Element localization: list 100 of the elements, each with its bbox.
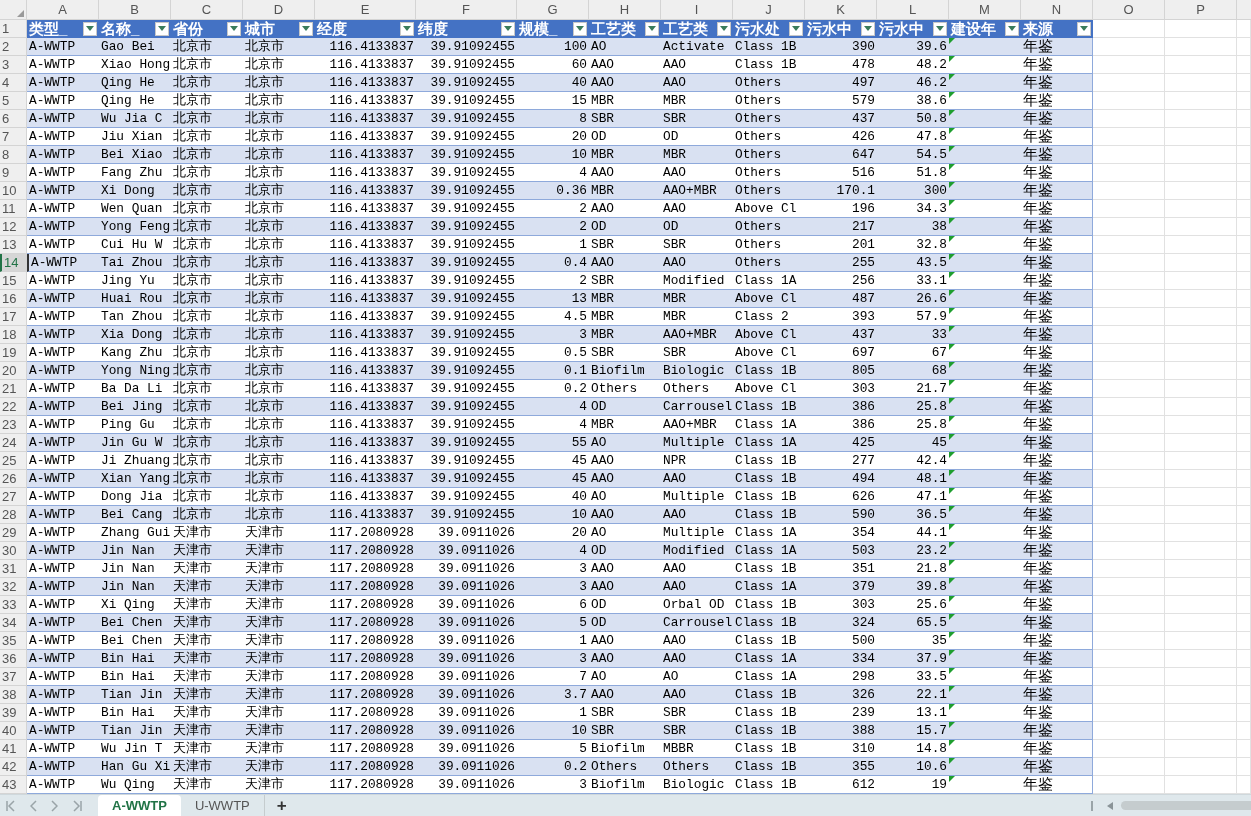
row-header: 34: [0, 614, 27, 632]
table-cell: Tian Jin: [99, 722, 171, 740]
table-cell: Orbal OD: [661, 596, 733, 614]
table-cell: Others: [733, 92, 805, 110]
table-cell: 年鉴: [1021, 254, 1093, 272]
filter-dropdown-button[interactable]: [227, 21, 241, 36]
column-letter: E: [315, 0, 416, 20]
table-cell: Multiple: [661, 488, 733, 506]
table-cell: A-WWTP: [27, 326, 99, 344]
table-cell: A-WWTP: [27, 56, 99, 74]
table-cell: 39.0911026: [416, 722, 517, 740]
table-cell: 116.4133837: [315, 398, 416, 416]
table-cell: 北京市: [243, 146, 315, 164]
table-cell: A-WWTP: [27, 542, 99, 560]
filter-dropdown-button[interactable]: [1005, 21, 1019, 36]
table-cell: 4: [517, 416, 589, 434]
horizontal-scrollbar[interactable]: [1121, 801, 1251, 810]
table-cell: 北京市: [171, 128, 243, 146]
table-cell: 39.91092455: [416, 182, 517, 200]
table-cell: Class 2: [733, 308, 805, 326]
table-cell: 天津市: [171, 740, 243, 758]
table-cell: 324: [805, 614, 877, 632]
table-cell: 北京市: [171, 416, 243, 434]
empty-cell: [1237, 290, 1251, 308]
filter-dropdown-button[interactable]: [1077, 21, 1091, 36]
table-cell: 北京市: [243, 128, 315, 146]
filter-dropdown-button[interactable]: [83, 21, 97, 36]
table-cell: A-WWTP: [27, 578, 99, 596]
table-cell: Bei Chen: [99, 632, 171, 650]
table-cell: MBBR: [661, 740, 733, 758]
table-cell: 3: [517, 326, 589, 344]
table-cell: 516: [805, 164, 877, 182]
column-letter: K: [805, 0, 877, 20]
table-cell: Wu Jin T: [99, 740, 171, 758]
filter-dropdown-button[interactable]: [717, 21, 731, 36]
row-header: 20: [0, 362, 27, 380]
table-cell: 55: [517, 434, 589, 452]
table-cell: 0.2: [517, 380, 589, 398]
empty-cell: [1165, 614, 1237, 632]
filter-dropdown-button[interactable]: [400, 21, 414, 36]
column-letter: A: [27, 0, 99, 20]
table-cell: Others: [733, 182, 805, 200]
filter-dropdown-button[interactable]: [645, 21, 659, 36]
table-cell: Wu Jia C: [99, 110, 171, 128]
filter-dropdown-button[interactable]: [861, 21, 875, 36]
table-cell: Class 1B: [733, 704, 805, 722]
empty-cell: [1165, 506, 1237, 524]
table-cell: SBR: [589, 272, 661, 290]
filter-dropdown-button[interactable]: [299, 21, 313, 36]
row-header: 8: [0, 146, 27, 164]
table-cell: 北京市: [171, 434, 243, 452]
table-cell: Class 1A: [733, 578, 805, 596]
sheet-tab[interactable]: U-WWTP: [180, 795, 265, 816]
table-cell: 39.91092455: [416, 146, 517, 164]
column-letter: F: [416, 0, 517, 20]
table-cell: 北京市: [171, 38, 243, 56]
table-cell: 25.6: [877, 596, 949, 614]
sheet-tab[interactable]: A-WWTP: [98, 795, 181, 816]
table-cell: 487: [805, 290, 877, 308]
table-cell: 年鉴: [1021, 74, 1093, 92]
table-cell: Ba Da Li: [99, 380, 171, 398]
table-cell: 116.4133837: [315, 380, 416, 398]
row-header: 36: [0, 650, 27, 668]
table-cell: AAO: [589, 632, 661, 650]
table-cell: 3.7: [517, 686, 589, 704]
filter-dropdown-button[interactable]: [573, 21, 587, 36]
table-cell: 39.91092455: [416, 38, 517, 56]
table-cell: 39.91092455: [416, 362, 517, 380]
table-cell: A-WWTP: [27, 200, 99, 218]
table-cell: OD: [589, 614, 661, 632]
table-cell: Wu Qing: [99, 776, 171, 794]
table-cell: 117.2080928: [315, 704, 416, 722]
empty-cell: [1165, 254, 1237, 272]
table-cell: Fang Zhu: [99, 164, 171, 182]
filter-dropdown-button[interactable]: [789, 21, 803, 36]
table-cell: Wen Quan: [99, 200, 171, 218]
table-cell: 39.91092455: [416, 128, 517, 146]
table-cell: 39.0911026: [416, 596, 517, 614]
table-cell: Class 1A: [733, 272, 805, 290]
table-cell: 北京市: [171, 236, 243, 254]
empty-cell: [1165, 596, 1237, 614]
filter-dropdown-button[interactable]: [155, 21, 169, 36]
table-cell: 年鉴: [1021, 740, 1093, 758]
add-sheet-button[interactable]: +: [270, 797, 293, 814]
filter-dropdown-button[interactable]: [933, 21, 947, 36]
table-cell: 天津市: [243, 596, 315, 614]
filter-dropdown-button[interactable]: [501, 21, 515, 36]
row-header: 28: [0, 506, 27, 524]
table-cell: Class 1B: [733, 758, 805, 776]
table-cell: Class 1B: [733, 38, 805, 56]
table-cell: A-WWTP: [27, 506, 99, 524]
empty-cell: [1237, 146, 1251, 164]
table-cell: Zhang Gui: [99, 524, 171, 542]
table-cell: Yong Feng: [99, 218, 171, 236]
table-cell: Multiple: [661, 524, 733, 542]
table-cell: 天津市: [171, 686, 243, 704]
column-letter: D: [243, 0, 315, 20]
table-cell: 北京市: [171, 506, 243, 524]
table-cell: 39.0911026: [416, 542, 517, 560]
table-cell: 天津市: [171, 758, 243, 776]
